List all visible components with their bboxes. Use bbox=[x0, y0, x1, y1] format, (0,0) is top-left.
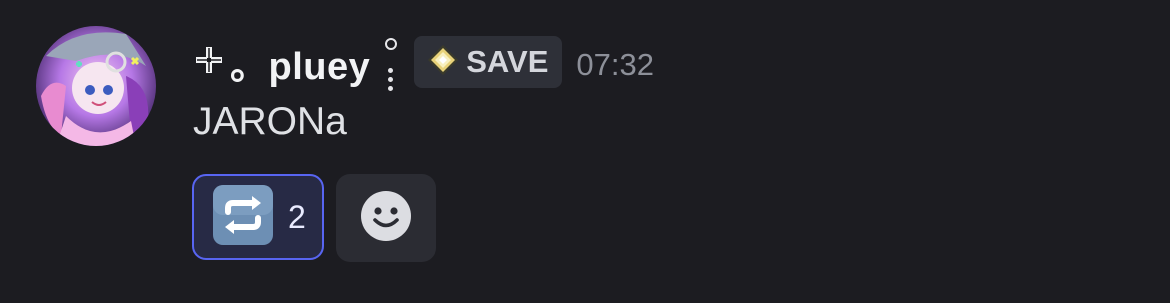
avatar-image bbox=[36, 26, 156, 146]
server-tag-badge[interactable]: SAVE bbox=[414, 36, 563, 88]
name-decoration-icon bbox=[380, 34, 402, 91]
message-header: 。pluey SAVE 07:32 bbox=[192, 34, 654, 91]
tag-label: SAVE bbox=[466, 44, 549, 79]
reaction-count: 2 bbox=[288, 198, 306, 235]
chat-message: 。pluey SAVE 07:32 JARONa 2 bbox=[0, 0, 1170, 303]
sparkle-plus-icon bbox=[192, 43, 226, 82]
username[interactable]: 。pluey bbox=[230, 35, 370, 90]
message-content: JARONa bbox=[193, 100, 347, 143]
add-reaction-button[interactable] bbox=[336, 174, 436, 262]
diamond-sparkle-icon bbox=[426, 43, 460, 82]
timestamp: 07:32 bbox=[576, 47, 654, 82]
user-avatar[interactable] bbox=[36, 26, 156, 146]
reactions-bar: 2 bbox=[192, 174, 436, 262]
reaction-repeat[interactable]: 2 bbox=[192, 174, 324, 260]
smiley-icon bbox=[359, 189, 413, 248]
repeat-arrows-emoji-icon bbox=[212, 184, 274, 251]
